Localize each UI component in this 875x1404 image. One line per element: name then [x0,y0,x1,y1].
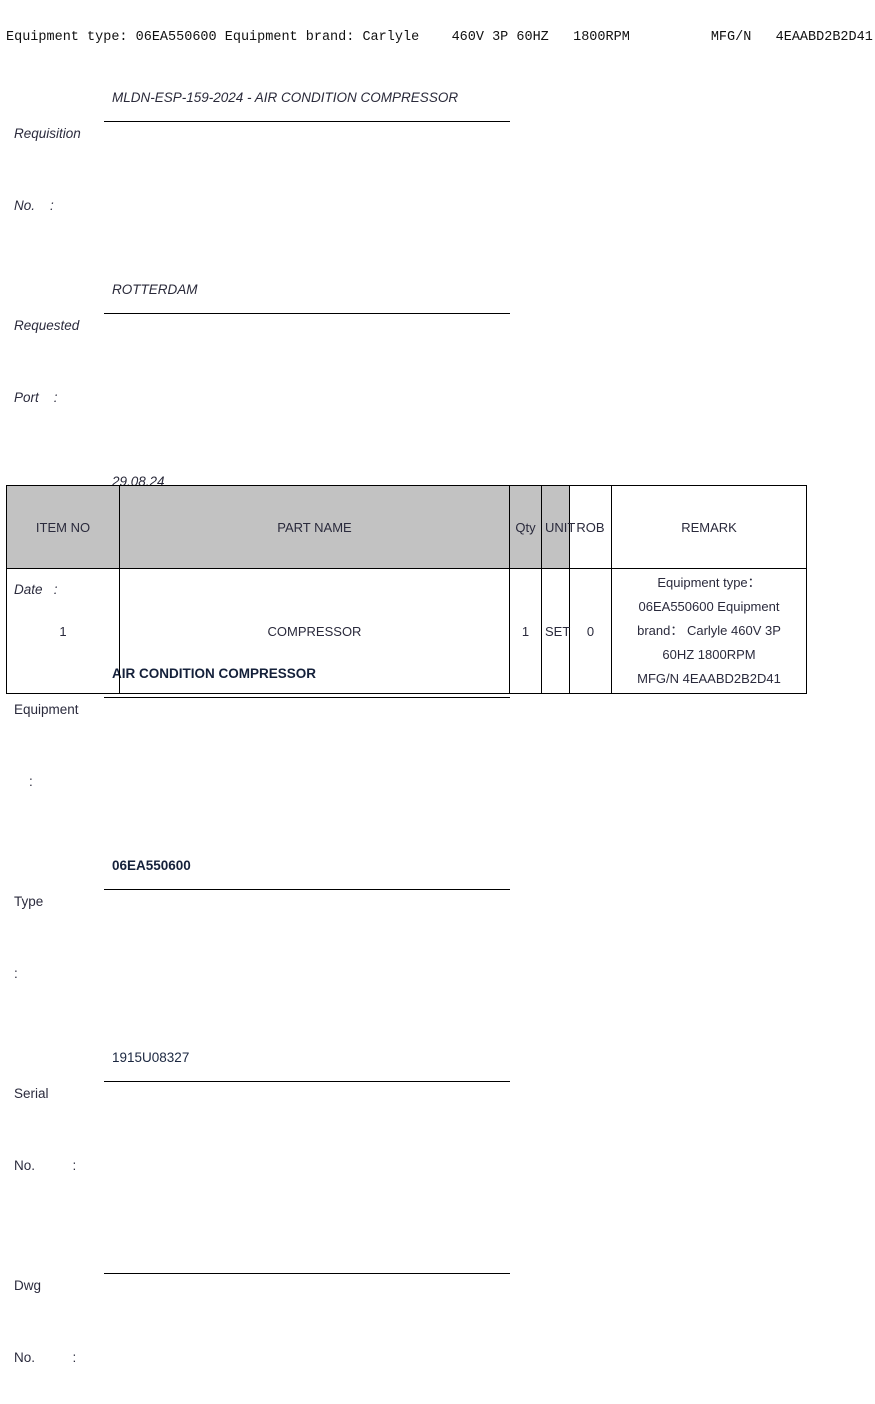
column-header-part-name: PART NAME [119,485,510,569]
column-header-item-no: ITEM NO [6,485,120,569]
field-label-serial-no: Serial No. : [14,1086,77,1173]
column-header-remark: REMARK [611,485,807,569]
table-header-row: ITEM NO PART NAME Qty UNIT ROB REMARK [6,485,807,569]
field-underline-requested-port[interactable]: ROTTERDAM [104,266,510,314]
field-value-serial-no: 1915U08327 [112,1049,190,1065]
field-value-requisition-no: MLDN-ESP-159-2024 - AIR CONDITION COMPRE… [112,89,459,105]
requisition-form: Requisition No. : MLDN-ESP-159-2024 - AI… [0,74,520,1404]
column-header-qty: Qty [509,485,542,569]
cell-item-no: 1 [6,568,120,694]
field-value-requested-port: ROTTERDAM [112,281,198,297]
cell-rob: 0 [569,568,612,694]
cell-unit: SET [541,568,570,694]
field-underline-requisition-no[interactable]: MLDN-ESP-159-2024 - AIR CONDITION COMPRE… [104,74,510,122]
parts-table: ITEM NO PART NAME Qty UNIT ROB REMARK 1 … [6,485,807,694]
field-value-type: 06EA550600 [112,857,191,873]
field-label-type: Type : [14,894,44,981]
form-row-requisition-no: Requisition No. : MLDN-ESP-159-2024 - AI… [0,74,510,266]
cell-remark: Equipment type： 06EA550600 Equipment bra… [611,568,807,694]
parts-table-head: ITEM NO PART NAME Qty UNIT ROB REMARK [6,485,807,569]
field-label-requested-port: Requested Port : [14,318,80,405]
cell-qty: 1 [509,568,542,694]
form-row-dwg-no: Dwg No. : [0,1226,510,1404]
form-row-requested-port: Requested Port : ROTTERDAM [0,266,510,458]
field-underline-serial-no[interactable]: 1915U08327 [104,1034,510,1082]
field-underline-type[interactable]: 06EA550600 [104,842,510,890]
parts-table-body: 1 COMPRESSOR 1 SET 0 Equipment type： 06E… [6,568,807,694]
field-label-dwg-no: Dwg No. : [14,1278,77,1365]
table-row[interactable]: 1 COMPRESSOR 1 SET 0 Equipment type： 06E… [6,568,807,694]
equipment-header-line: Equipment type: 06EA550600 Equipment bra… [6,30,873,45]
form-row-serial-no: Serial No. : 1915U08327 [0,1034,510,1226]
column-header-unit: UNIT [541,485,575,569]
field-underline-dwg-no[interactable] [104,1226,510,1274]
column-header-rob: ROB [569,485,612,569]
cell-part-name: COMPRESSOR [119,568,510,694]
form-row-type: Type : 06EA550600 [0,842,510,1034]
field-label-requisition-no: Requisition No. : [14,126,81,213]
